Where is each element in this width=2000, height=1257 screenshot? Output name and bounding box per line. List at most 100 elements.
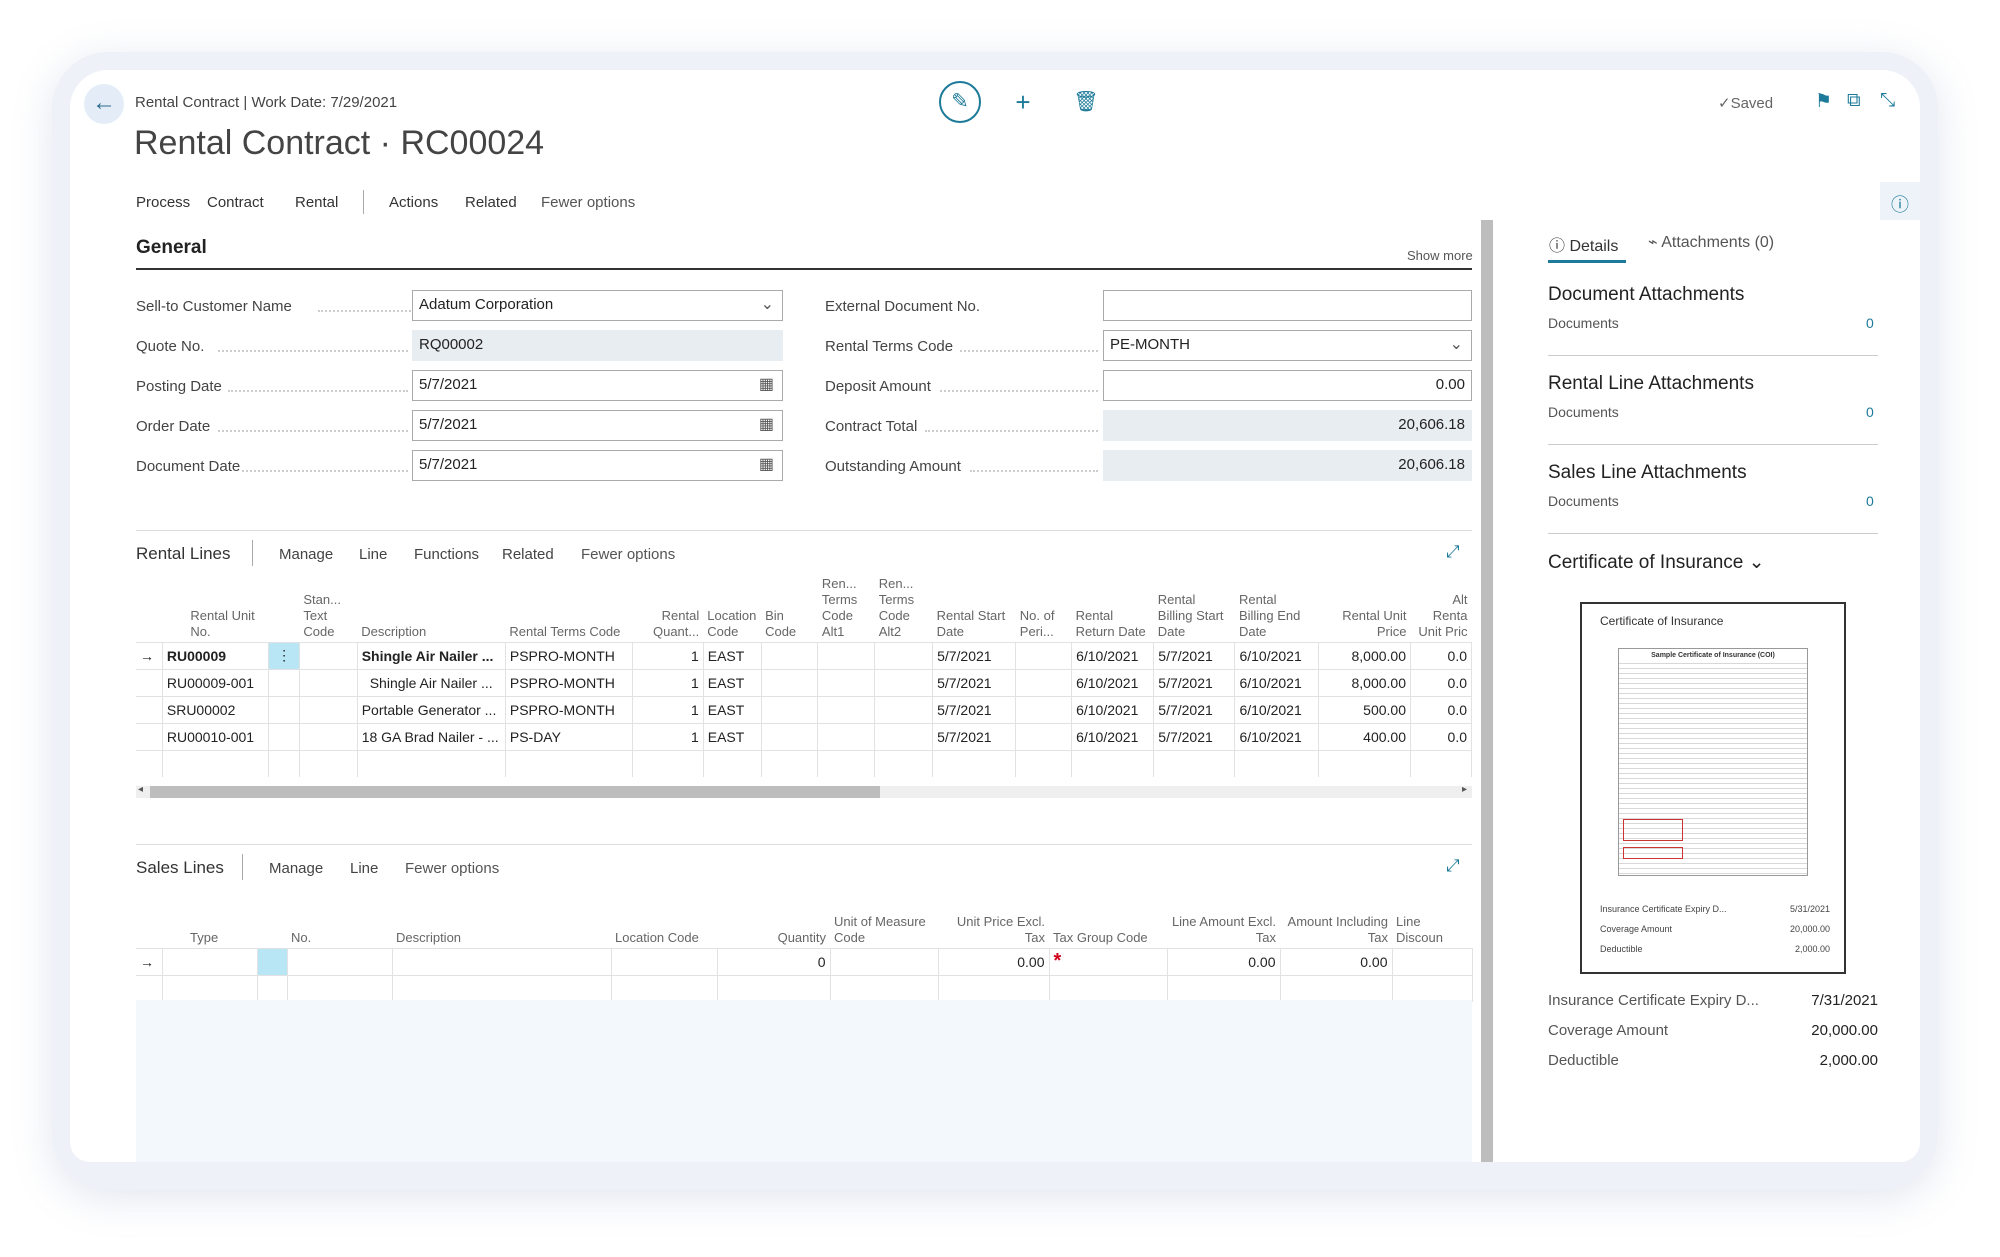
cell-alt1[interactable] bbox=[817, 695, 876, 723]
cell-quantity[interactable]: 0 bbox=[717, 947, 831, 975]
tab-details[interactable]: ⓘ Details bbox=[1549, 232, 1618, 256]
doc-attachments-count[interactable]: 0 bbox=[1866, 315, 1874, 331]
col-line-amount[interactable]: Line Amount Excl. Tax bbox=[1167, 890, 1280, 948]
cell-quantity[interactable]: 1 bbox=[632, 722, 704, 750]
cell-bin[interactable] bbox=[761, 695, 819, 723]
cell-bin[interactable] bbox=[761, 668, 819, 696]
cell-start-date[interactable]: 5/7/2021 bbox=[932, 668, 1017, 696]
cell-terms-code[interactable]: PSPRO-MONTH bbox=[505, 641, 633, 669]
col-std-text-code[interactable]: Stan... Text Code bbox=[299, 572, 357, 642]
bookmark-icon[interactable]: ⚑ bbox=[1815, 90, 1832, 113]
col-location-code[interactable]: Location Code bbox=[703, 572, 761, 642]
empty-row[interactable] bbox=[136, 974, 1473, 1002]
col-uom-code[interactable]: Unit of Measure Code bbox=[830, 890, 938, 948]
cell-terms-code[interactable]: PS-DAY bbox=[505, 722, 633, 750]
col-unit-price[interactable]: Unit Price Excl. Tax bbox=[938, 890, 1049, 948]
cell-std-text[interactable] bbox=[299, 668, 358, 696]
certificate-thumbnail[interactable]: Certificate of Insurance Sample Certific… bbox=[1580, 602, 1846, 974]
rental-menu-manage[interactable]: Manage bbox=[279, 546, 333, 563]
cell-description[interactable]: Shingle Air Nailer ... bbox=[357, 668, 506, 696]
cell-uom[interactable] bbox=[830, 947, 939, 975]
cell-description[interactable]: 18 GA Brad Nailer - ... bbox=[357, 722, 506, 750]
cell-start-date[interactable]: 5/7/2021 bbox=[932, 695, 1017, 723]
col-rental-terms-code[interactable]: Rental Terms Code bbox=[505, 572, 632, 642]
col-type[interactable]: Type bbox=[162, 890, 257, 948]
col-rental-start-date[interactable]: Rental Start Date bbox=[933, 572, 1016, 642]
cell-unit-price[interactable]: 500.00 bbox=[1318, 695, 1412, 723]
cell-unit-no[interactable]: RU00009 bbox=[162, 641, 270, 669]
cell-return-date[interactable]: 6/10/2021 bbox=[1071, 668, 1155, 696]
sales-line-attachments-count[interactable]: 0 bbox=[1866, 493, 1874, 509]
cell-return-date[interactable]: 6/10/2021 bbox=[1071, 722, 1155, 750]
cell-billing-end[interactable]: 6/10/2021 bbox=[1234, 641, 1319, 669]
calendar-icon[interactable]: ▦ bbox=[759, 374, 774, 394]
tab-attachments[interactable]: ⌁ Attachments (0) bbox=[1648, 232, 1774, 252]
cell-billing-start[interactable]: 5/7/2021 bbox=[1153, 641, 1236, 669]
col-tax-group-code[interactable]: Tax Group Code bbox=[1049, 890, 1167, 948]
col-billing-end-date[interactable]: Rental Billing End Date bbox=[1235, 572, 1318, 642]
table-row[interactable]: SRU00002 Portable Generator ... PSPRO-MO… bbox=[136, 695, 1472, 723]
col-rental-quantity[interactable]: Rental Quant... bbox=[632, 572, 703, 642]
cell-start-date[interactable]: 5/7/2021 bbox=[932, 641, 1017, 669]
scrollbar-thumb[interactable] bbox=[150, 786, 880, 798]
col-billing-start-date[interactable]: Rental Billing Start Date bbox=[1154, 572, 1235, 642]
back-arrow-icon[interactable]: ← bbox=[84, 84, 124, 124]
cell-selected[interactable] bbox=[257, 947, 288, 975]
cell-unit-no[interactable]: RU00009-001 bbox=[162, 668, 270, 696]
cell-unit-price[interactable]: 0.00 bbox=[938, 947, 1050, 975]
cell-alt-unit-price[interactable]: 0.0 bbox=[1410, 641, 1472, 669]
cell-quantity[interactable]: 1 bbox=[632, 641, 704, 669]
col-description[interactable]: Description bbox=[392, 890, 611, 948]
cell-unit-price[interactable]: 8,000.00 bbox=[1318, 668, 1412, 696]
cell-unit-no[interactable]: RU00010-001 bbox=[162, 722, 270, 750]
cell-location[interactable]: EAST bbox=[703, 641, 762, 669]
cell-periods[interactable] bbox=[1015, 668, 1073, 696]
cell-periods[interactable] bbox=[1015, 722, 1073, 750]
table-row[interactable]: → RU00009 ⋮ Shingle Air Nailer ... PSPRO… bbox=[136, 641, 1472, 669]
cell-billing-start[interactable]: 5/7/2021 bbox=[1153, 668, 1236, 696]
chevron-down-icon[interactable]: ⌄ bbox=[761, 294, 774, 314]
cell-std-text[interactable] bbox=[299, 722, 358, 750]
col-line-discount[interactable]: Line Discoun bbox=[1392, 890, 1472, 948]
required-asterisk[interactable]: * bbox=[1049, 947, 1168, 975]
cell-bin[interactable] bbox=[761, 722, 819, 750]
cell-unit-no[interactable]: SRU00002 bbox=[162, 695, 270, 723]
document-date-field[interactable]: 5/7/2021 ▦ bbox=[412, 450, 783, 481]
cell-unit-price[interactable]: 400.00 bbox=[1318, 722, 1412, 750]
table-row[interactable]: RU00010-001 18 GA Brad Nailer - ... PS-D… bbox=[136, 722, 1472, 750]
col-rental-unit-price[interactable]: Rental Unit Price bbox=[1318, 572, 1410, 642]
cell-line-amount[interactable]: 0.00 bbox=[1167, 947, 1281, 975]
menu-rental[interactable]: Rental bbox=[295, 194, 338, 211]
cell-quantity[interactable]: 1 bbox=[632, 668, 704, 696]
open-new-window-icon[interactable]: ⧉ bbox=[1847, 90, 1861, 112]
cell-alt1[interactable] bbox=[817, 722, 876, 750]
cell-billing-start[interactable]: 5/7/2021 bbox=[1153, 722, 1236, 750]
cell-location[interactable]: EAST bbox=[703, 695, 762, 723]
cell-location[interactable]: EAST bbox=[703, 722, 762, 750]
col-terms-alt2[interactable]: Ren... Terms Code Alt2 bbox=[875, 572, 933, 642]
rental-line-attachments-count[interactable]: 0 bbox=[1866, 404, 1874, 420]
chevron-down-icon[interactable]: ⌄ bbox=[1450, 334, 1463, 354]
col-quantity[interactable]: Quantity bbox=[717, 890, 830, 948]
menu-related[interactable]: Related bbox=[465, 194, 517, 211]
add-plus-icon[interactable]: + bbox=[1002, 81, 1044, 123]
scroll-left-icon[interactable]: ◂ bbox=[138, 784, 143, 795]
cell-terms-code[interactable]: PSPRO-MONTH bbox=[505, 668, 633, 696]
show-more-link[interactable]: Show more bbox=[1407, 248, 1473, 263]
rental-terms-code-field[interactable]: PE-MONTH ⌄ bbox=[1103, 330, 1472, 361]
certificate-title[interactable]: Certificate of Insurance ⌄ bbox=[1548, 551, 1765, 574]
cell-billing-end[interactable]: 6/10/2021 bbox=[1234, 722, 1319, 750]
col-location-code[interactable]: Location Code bbox=[611, 890, 717, 948]
external-doc-no-field[interactable] bbox=[1103, 290, 1472, 321]
cell-return-date[interactable]: 6/10/2021 bbox=[1071, 641, 1155, 669]
edit-pencil-icon[interactable]: ✎ bbox=[939, 81, 981, 123]
col-bin-code[interactable]: Bin Code bbox=[761, 572, 818, 642]
cell-alt2[interactable] bbox=[874, 722, 934, 750]
cell-periods[interactable] bbox=[1015, 641, 1073, 669]
row-menu-icon[interactable]: ⋮ bbox=[268, 641, 300, 669]
cell-description[interactable]: Portable Generator ... bbox=[357, 695, 506, 723]
menu-contract[interactable]: Contract bbox=[207, 194, 264, 211]
cell-start-date[interactable]: 5/7/2021 bbox=[932, 722, 1017, 750]
rental-menu-line[interactable]: Line bbox=[359, 546, 387, 563]
cell-line-discount[interactable] bbox=[1392, 947, 1473, 975]
